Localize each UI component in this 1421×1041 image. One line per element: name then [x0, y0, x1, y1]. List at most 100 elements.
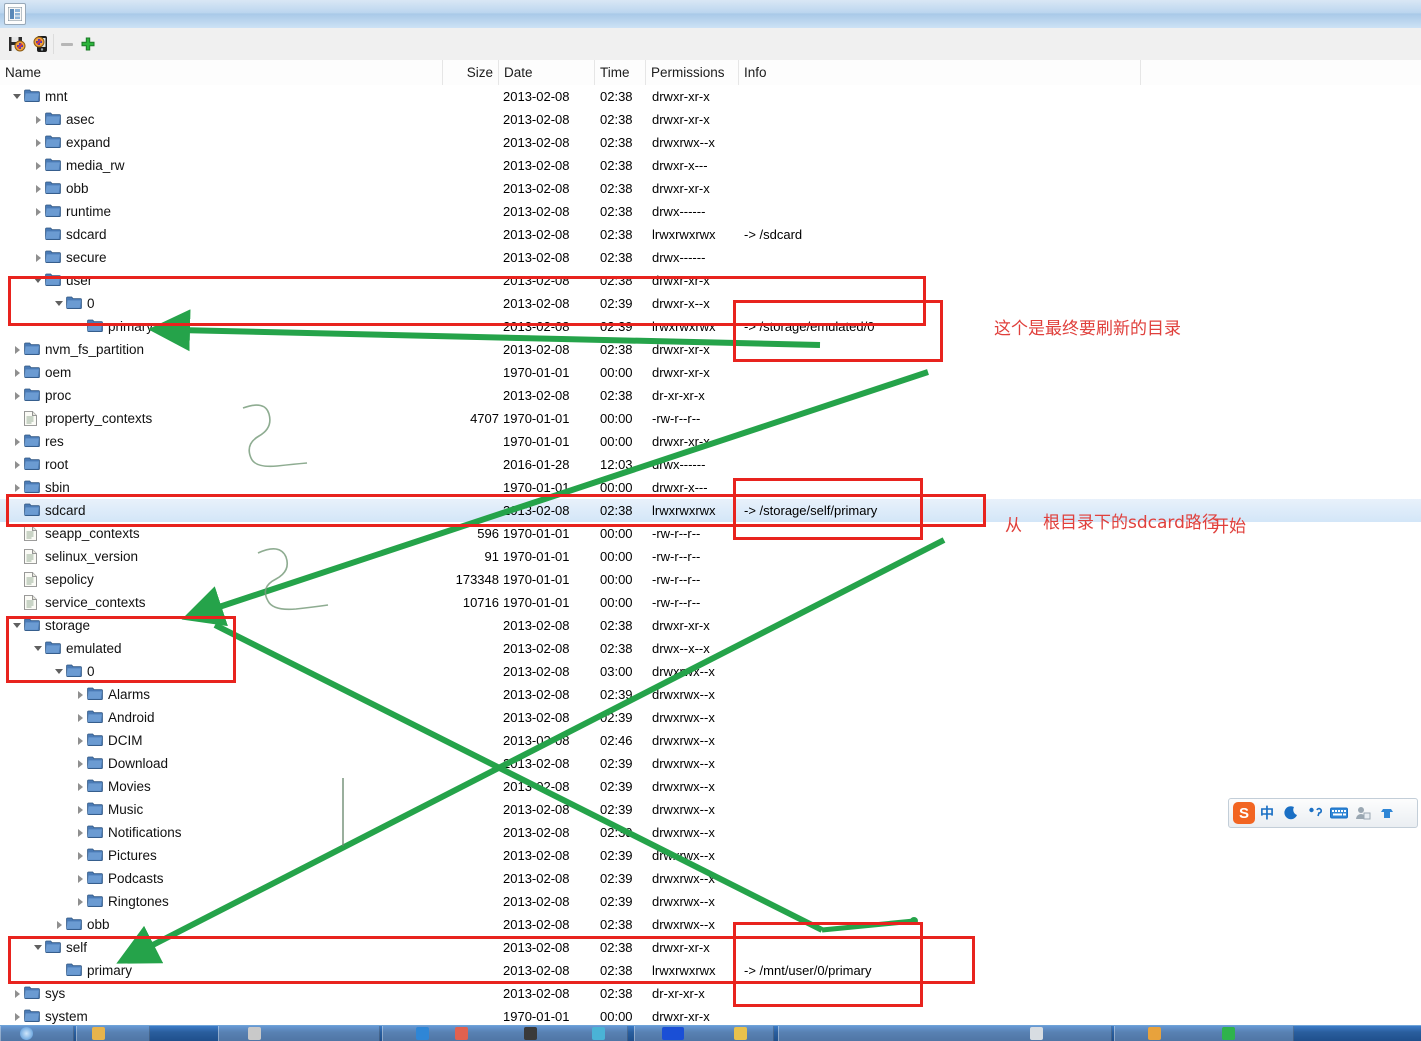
- table-row[interactable]: primary 2013-02-08 02:38 lrwxrwxrwx -> /mnt/…: [0, 959, 1421, 982]
- windows-taskbar[interactable]: [0, 1025, 1421, 1041]
- table-row[interactable]: emulated 2013-02-08 02:38 drwx--x--x: [0, 637, 1421, 660]
- chevron-right-icon[interactable]: [33, 200, 45, 223]
- table-row[interactable]: seapp_contexts 596 1970-01-01 00:00 -rw-r--r…: [0, 522, 1421, 545]
- add-icon[interactable]: [76, 32, 100, 56]
- column-header-time[interactable]: Time: [595, 60, 646, 85]
- row-name-cell[interactable]: res: [12, 430, 64, 453]
- table-row[interactable]: Android 2013-02-08 02:39 drwxrwx--x: [0, 706, 1421, 729]
- row-name-cell[interactable]: Notifications: [75, 821, 182, 844]
- chevron-right-icon[interactable]: [75, 821, 87, 844]
- table-row[interactable]: sdcard 2013-02-08 02:38 lrwxrwxrwx -> /sdcar…: [0, 223, 1421, 246]
- row-name-cell[interactable]: selinux_version: [12, 545, 138, 568]
- table-row[interactable]: sepolicy 173348 1970-01-01 00:00 -rw-r--r--: [0, 568, 1421, 591]
- row-name-cell[interactable]: nvm_fs_partition: [12, 338, 144, 361]
- chevron-right-icon[interactable]: [54, 913, 66, 936]
- chevron-right-icon[interactable]: [12, 453, 24, 476]
- chevron-right-icon[interactable]: [75, 752, 87, 775]
- taskbar-explorer-icon[interactable]: [92, 1027, 105, 1040]
- row-name-cell[interactable]: media_rw: [33, 154, 125, 177]
- table-row[interactable]: DCIM 2013-02-08 02:46 drwxrwx--x: [0, 729, 1421, 752]
- table-row[interactable]: sbin 1970-01-01 00:00 drwxr-x---: [0, 476, 1421, 499]
- file-tree-table[interactable]: mnt 2013-02-08 02:38 drwxr-xr-x asec 2013-02-…: [0, 85, 1421, 1025]
- column-header-info[interactable]: Info: [739, 60, 1141, 85]
- table-row[interactable]: 0 2013-02-08 03:00 drwxrwx--x: [0, 660, 1421, 683]
- taskbar-window-group-1[interactable]: [218, 1026, 380, 1041]
- table-row[interactable]: res 1970-01-01 00:00 drwxr-xr-x: [0, 430, 1421, 453]
- chevron-down-icon[interactable]: [12, 85, 24, 108]
- row-name-cell[interactable]: Download: [75, 752, 168, 775]
- table-row[interactable]: secure 2013-02-08 02:38 drwx------: [0, 246, 1421, 269]
- row-name-cell[interactable]: primary: [75, 315, 153, 338]
- column-header-permissions[interactable]: Permissions: [646, 60, 739, 85]
- row-name-cell[interactable]: Podcasts: [75, 867, 164, 890]
- row-name-cell[interactable]: self: [33, 936, 87, 959]
- table-row[interactable]: system 1970-01-01 00:00 drwxr-xr-x: [0, 1005, 1421, 1025]
- chevron-right-icon[interactable]: [33, 154, 45, 177]
- taskbar-window-icon-10[interactable]: [1222, 1027, 1235, 1040]
- chevron-right-icon[interactable]: [75, 867, 87, 890]
- row-name-cell[interactable]: primary: [54, 959, 132, 982]
- row-name-cell[interactable]: root: [12, 453, 68, 476]
- chevron-down-icon[interactable]: [54, 660, 66, 683]
- toolbox-icon[interactable]: [1375, 801, 1399, 825]
- row-name-cell[interactable]: service_contexts: [12, 591, 146, 614]
- taskbar-window-group-4[interactable]: [778, 1026, 1112, 1041]
- table-row[interactable]: 0 2013-02-08 02:39 drwxr-x--x: [0, 292, 1421, 315]
- chevron-right-icon[interactable]: [12, 384, 24, 407]
- table-row[interactable]: obb 2013-02-08 02:38 drwxr-xr-x: [0, 177, 1421, 200]
- chinese-mode-icon[interactable]: 中: [1255, 801, 1279, 825]
- table-row[interactable]: sdcard 2013-02-08 02:38 lrwxrwxrwx -> /stora…: [0, 499, 1421, 522]
- taskbar-window-icon-5[interactable]: [592, 1027, 605, 1040]
- table-row[interactable]: Podcasts 2013-02-08 02:39 drwxrwx--x: [0, 867, 1421, 890]
- row-name-cell[interactable]: Music: [75, 798, 143, 821]
- chevron-right-icon[interactable]: [12, 476, 24, 499]
- row-name-cell[interactable]: proc: [12, 384, 71, 407]
- row-name-cell[interactable]: property_contexts: [12, 407, 152, 430]
- row-name-cell[interactable]: sdcard: [12, 499, 86, 522]
- moon-icon[interactable]: [1279, 801, 1303, 825]
- chevron-down-icon[interactable]: [54, 292, 66, 315]
- chevron-right-icon[interactable]: [75, 890, 87, 913]
- taskbar-window-icon-2[interactable]: [416, 1027, 429, 1040]
- chevron-right-icon[interactable]: [12, 338, 24, 361]
- row-name-cell[interactable]: sys: [12, 982, 65, 1005]
- row-name-cell[interactable]: 0: [54, 660, 95, 683]
- chevron-down-icon[interactable]: [33, 269, 45, 292]
- row-name-cell[interactable]: Pictures: [75, 844, 157, 867]
- row-name-cell[interactable]: runtime: [33, 200, 111, 223]
- taskbar-window-icon-9[interactable]: [1148, 1027, 1161, 1040]
- chevron-right-icon[interactable]: [33, 131, 45, 154]
- row-name-cell[interactable]: storage: [12, 614, 90, 637]
- row-name-cell[interactable]: obb: [33, 177, 89, 200]
- chevron-right-icon[interactable]: [12, 430, 24, 453]
- row-name-cell[interactable]: sdcard: [33, 223, 107, 246]
- row-name-cell[interactable]: emulated: [33, 637, 122, 660]
- row-name-cell[interactable]: obb: [54, 913, 110, 936]
- row-name-cell[interactable]: asec: [33, 108, 95, 131]
- device-file-icon[interactable]: [30, 32, 54, 56]
- row-name-cell[interactable]: seapp_contexts: [12, 522, 140, 545]
- table-row[interactable]: media_rw 2013-02-08 02:38 drwxr-x---: [0, 154, 1421, 177]
- table-row[interactable]: user 2013-02-08 02:38 drwxr-xr-x: [0, 269, 1421, 292]
- chevron-right-icon[interactable]: [12, 982, 24, 1005]
- table-row[interactable]: Notifications 2013-02-08 02:39 drwxrwx--x: [0, 821, 1421, 844]
- table-row[interactable]: nvm_fs_partition 2013-02-08 02:38 drwxr-xr-…: [0, 338, 1421, 361]
- column-header-date[interactable]: Date: [499, 60, 595, 85]
- chevron-down-icon[interactable]: [33, 936, 45, 959]
- table-row[interactable]: asec 2013-02-08 02:38 drwxr-xr-x: [0, 108, 1421, 131]
- table-row[interactable]: runtime 2013-02-08 02:38 drwx------: [0, 200, 1421, 223]
- table-row[interactable]: mnt 2013-02-08 02:38 drwxr-xr-x: [0, 85, 1421, 108]
- table-row[interactable]: storage 2013-02-08 02:38 drwxr-xr-x: [0, 614, 1421, 637]
- chevron-down-icon[interactable]: [33, 637, 45, 660]
- row-name-cell[interactable]: Alarms: [75, 683, 150, 706]
- table-row[interactable]: primary 2013-02-08 02:39 lrwxrwxrwx -> /stor…: [0, 315, 1421, 338]
- taskbar-window-icon-3[interactable]: [455, 1027, 468, 1040]
- taskbar-window-icon-8[interactable]: [1030, 1027, 1043, 1040]
- row-name-cell[interactable]: oem: [12, 361, 71, 384]
- table-row[interactable]: Music 2013-02-08 02:39 drwxrwx--x: [0, 798, 1421, 821]
- taskbar-window-group-5[interactable]: [1114, 1026, 1294, 1041]
- chevron-right-icon[interactable]: [75, 844, 87, 867]
- row-name-cell[interactable]: 0: [54, 292, 95, 315]
- chevron-right-icon[interactable]: [75, 706, 87, 729]
- taskbar-window-icon-6[interactable]: [662, 1027, 684, 1040]
